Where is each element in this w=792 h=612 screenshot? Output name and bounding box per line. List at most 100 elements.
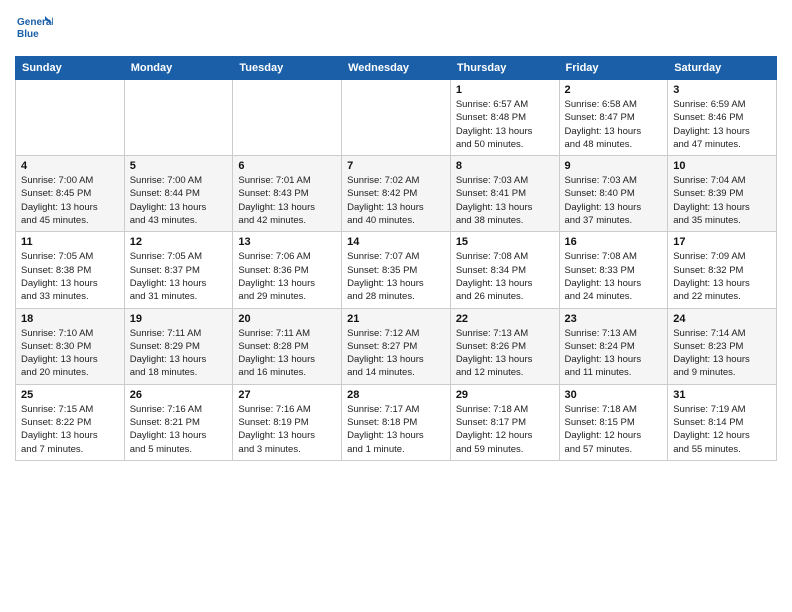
cell-sun-info: Sunrise: 7:03 AMSunset: 8:41 PMDaylight:… <box>456 174 554 227</box>
cell-day-number: 23 <box>565 313 663 325</box>
cell-sun-info: Sunrise: 7:17 AMSunset: 8:18 PMDaylight:… <box>347 403 445 456</box>
logo-svg: General Blue <box>15 10 53 48</box>
cell-day-number: 3 <box>673 84 771 96</box>
cell-sun-info: Sunrise: 7:05 AMSunset: 8:38 PMDaylight:… <box>21 250 119 303</box>
calendar-cell: 18 Sunrise: 7:10 AMSunset: 8:30 PMDayligh… <box>16 308 125 384</box>
cell-day-number: 11 <box>21 236 119 248</box>
cell-day-number: 20 <box>238 313 336 325</box>
cell-day-number: 18 <box>21 313 119 325</box>
calendar-cell: 28 Sunrise: 7:17 AMSunset: 8:18 PMDayligh… <box>342 384 451 460</box>
calendar-row: 1 Sunrise: 6:57 AMSunset: 8:48 PMDaylight… <box>16 80 777 156</box>
calendar-cell: 3 Sunrise: 6:59 AMSunset: 8:46 PMDaylight… <box>668 80 777 156</box>
cell-sun-info: Sunrise: 7:19 AMSunset: 8:14 PMDaylight:… <box>673 403 771 456</box>
calendar-cell: 15 Sunrise: 7:08 AMSunset: 8:34 PMDayligh… <box>450 232 559 308</box>
cell-day-number: 4 <box>21 160 119 172</box>
cell-day-number: 8 <box>456 160 554 172</box>
cell-sun-info: Sunrise: 6:58 AMSunset: 8:47 PMDaylight:… <box>565 98 663 151</box>
cell-day-number: 13 <box>238 236 336 248</box>
calendar-cell: 29 Sunrise: 7:18 AMSunset: 8:17 PMDayligh… <box>450 384 559 460</box>
logo-text-block: General Blue <box>15 10 53 48</box>
cell-sun-info: Sunrise: 7:04 AMSunset: 8:39 PMDaylight:… <box>673 174 771 227</box>
cell-day-number: 28 <box>347 389 445 401</box>
cell-sun-info: Sunrise: 7:16 AMSunset: 8:21 PMDaylight:… <box>130 403 228 456</box>
cell-day-number: 16 <box>565 236 663 248</box>
cell-sun-info: Sunrise: 7:18 AMSunset: 8:17 PMDaylight:… <box>456 403 554 456</box>
cell-sun-info: Sunrise: 7:13 AMSunset: 8:26 PMDaylight:… <box>456 327 554 380</box>
cell-sun-info: Sunrise: 7:08 AMSunset: 8:33 PMDaylight:… <box>565 250 663 303</box>
cell-sun-info: Sunrise: 7:14 AMSunset: 8:23 PMDaylight:… <box>673 327 771 380</box>
calendar-cell: 24 Sunrise: 7:14 AMSunset: 8:23 PMDayligh… <box>668 308 777 384</box>
cell-day-number: 17 <box>673 236 771 248</box>
calendar-cell: 27 Sunrise: 7:16 AMSunset: 8:19 PMDayligh… <box>233 384 342 460</box>
calendar-cell: 10Sunrise: 7:04 AMSunset: 8:39 PMDayligh… <box>668 156 777 232</box>
cell-sun-info: Sunrise: 7:02 AMSunset: 8:42 PMDaylight:… <box>347 174 445 227</box>
cell-day-number: 26 <box>130 389 228 401</box>
cell-sun-info: Sunrise: 7:08 AMSunset: 8:34 PMDaylight:… <box>456 250 554 303</box>
calendar-cell: 7Sunrise: 7:02 AMSunset: 8:42 PMDaylight… <box>342 156 451 232</box>
weekday-header-cell: Friday <box>559 57 668 80</box>
weekday-header-cell: Tuesday <box>233 57 342 80</box>
cell-sun-info: Sunrise: 7:11 AMSunset: 8:28 PMDaylight:… <box>238 327 336 380</box>
calendar-row: 11 Sunrise: 7:05 AMSunset: 8:38 PMDayligh… <box>16 232 777 308</box>
cell-day-number: 15 <box>456 236 554 248</box>
calendar-cell: 25 Sunrise: 7:15 AMSunset: 8:22 PMDayligh… <box>16 384 125 460</box>
cell-sun-info: Sunrise: 7:05 AMSunset: 8:37 PMDaylight:… <box>130 250 228 303</box>
cell-sun-info: Sunrise: 7:10 AMSunset: 8:30 PMDaylight:… <box>21 327 119 380</box>
calendar-cell: 26 Sunrise: 7:16 AMSunset: 8:21 PMDayligh… <box>124 384 233 460</box>
cell-day-number: 1 <box>456 84 554 96</box>
cell-sun-info: Sunrise: 7:09 AMSunset: 8:32 PMDaylight:… <box>673 250 771 303</box>
cell-sun-info: Sunrise: 7:12 AMSunset: 8:27 PMDaylight:… <box>347 327 445 380</box>
calendar-row: 25 Sunrise: 7:15 AMSunset: 8:22 PMDayligh… <box>16 384 777 460</box>
calendar-cell: 6Sunrise: 7:01 AMSunset: 8:43 PMDaylight… <box>233 156 342 232</box>
calendar-cell: 22 Sunrise: 7:13 AMSunset: 8:26 PMDayligh… <box>450 308 559 384</box>
calendar-cell: 9Sunrise: 7:03 AMSunset: 8:40 PMDaylight… <box>559 156 668 232</box>
cell-sun-info: Sunrise: 7:16 AMSunset: 8:19 PMDaylight:… <box>238 403 336 456</box>
cell-day-number: 25 <box>21 389 119 401</box>
calendar-row: 4 Sunrise: 7:00 AMSunset: 8:45 PMDaylight… <box>16 156 777 232</box>
cell-sun-info: Sunrise: 7:07 AMSunset: 8:35 PMDaylight:… <box>347 250 445 303</box>
calendar-row: 18 Sunrise: 7:10 AMSunset: 8:30 PMDayligh… <box>16 308 777 384</box>
cell-sun-info: Sunrise: 7:06 AMSunset: 8:36 PMDaylight:… <box>238 250 336 303</box>
calendar-cell: 2 Sunrise: 6:58 AMSunset: 8:47 PMDaylight… <box>559 80 668 156</box>
calendar-cell <box>124 80 233 156</box>
weekday-header-row: SundayMondayTuesdayWednesdayThursdayFrid… <box>16 57 777 80</box>
cell-day-number: 2 <box>565 84 663 96</box>
calendar-cell: 23 Sunrise: 7:13 AMSunset: 8:24 PMDayligh… <box>559 308 668 384</box>
calendar-body: 1 Sunrise: 6:57 AMSunset: 8:48 PMDaylight… <box>16 80 777 461</box>
weekday-header-cell: Sunday <box>16 57 125 80</box>
calendar-cell: 5Sunrise: 7:00 AMSunset: 8:44 PMDaylight… <box>124 156 233 232</box>
cell-day-number: 21 <box>347 313 445 325</box>
cell-sun-info: Sunrise: 7:11 AMSunset: 8:29 PMDaylight:… <box>130 327 228 380</box>
cell-day-number: 24 <box>673 313 771 325</box>
cell-sun-info: Sunrise: 7:13 AMSunset: 8:24 PMDaylight:… <box>565 327 663 380</box>
cell-day-number: 27 <box>238 389 336 401</box>
calendar-cell: 8 Sunrise: 7:03 AMSunset: 8:41 PMDaylight… <box>450 156 559 232</box>
cell-day-number: 29 <box>456 389 554 401</box>
svg-text:Blue: Blue <box>17 29 39 40</box>
calendar-cell: 20 Sunrise: 7:11 AMSunset: 8:28 PMDayligh… <box>233 308 342 384</box>
calendar-cell: 31 Sunrise: 7:19 AMSunset: 8:14 PMDayligh… <box>668 384 777 460</box>
weekday-header-cell: Wednesday <box>342 57 451 80</box>
calendar-cell <box>233 80 342 156</box>
logo: General Blue <box>15 10 53 48</box>
cell-day-number: 30 <box>565 389 663 401</box>
calendar-cell: 19 Sunrise: 7:11 AMSunset: 8:29 PMDayligh… <box>124 308 233 384</box>
cell-day-number: 5 <box>130 160 228 172</box>
weekday-header-cell: Monday <box>124 57 233 80</box>
weekday-header-cell: Thursday <box>450 57 559 80</box>
cell-sun-info: Sunrise: 6:59 AMSunset: 8:46 PMDaylight:… <box>673 98 771 151</box>
calendar-cell: 4 Sunrise: 7:00 AMSunset: 8:45 PMDaylight… <box>16 156 125 232</box>
cell-day-number: 31 <box>673 389 771 401</box>
cell-day-number: 22 <box>456 313 554 325</box>
calendar-cell <box>16 80 125 156</box>
calendar-cell: 14Sunrise: 7:07 AMSunset: 8:35 PMDayligh… <box>342 232 451 308</box>
calendar-cell: 30 Sunrise: 7:18 AMSunset: 8:15 PMDayligh… <box>559 384 668 460</box>
cell-sun-info: Sunrise: 7:00 AMSunset: 8:45 PMDaylight:… <box>21 174 119 227</box>
cell-day-number: 9 <box>565 160 663 172</box>
cell-sun-info: Sunrise: 7:18 AMSunset: 8:15 PMDaylight:… <box>565 403 663 456</box>
cell-sun-info: Sunrise: 6:57 AMSunset: 8:48 PMDaylight:… <box>456 98 554 151</box>
cell-day-number: 19 <box>130 313 228 325</box>
cell-sun-info: Sunrise: 7:01 AMSunset: 8:43 PMDaylight:… <box>238 174 336 227</box>
cell-sun-info: Sunrise: 7:15 AMSunset: 8:22 PMDaylight:… <box>21 403 119 456</box>
calendar-cell: 17 Sunrise: 7:09 AMSunset: 8:32 PMDayligh… <box>668 232 777 308</box>
